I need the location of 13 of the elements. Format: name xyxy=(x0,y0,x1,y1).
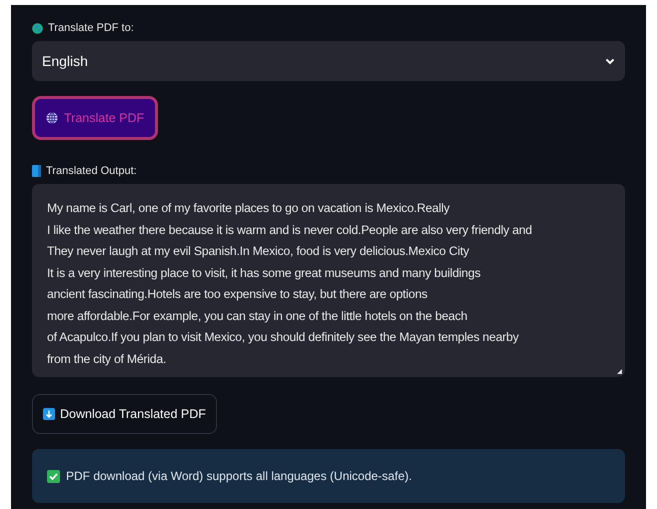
download-button[interactable]: Download Translated PDF xyxy=(32,394,217,434)
globe-icon xyxy=(46,112,58,124)
download-icon xyxy=(43,408,55,420)
resize-handle-icon[interactable] xyxy=(617,369,622,374)
globe-icon xyxy=(32,22,43,34)
field-label: Translated Output: xyxy=(46,165,137,177)
field-label: Translate PDF to: xyxy=(48,22,134,34)
check-icon xyxy=(47,470,60,482)
language-select[interactable]: English xyxy=(32,41,625,81)
output-text-area[interactable]: My name is Carl, one of my favorite places to go on vacation is Mexico.Really I like the weather there because it is warm and is never cold.People are also very friendly and They never laugh at my evil Spanish.In Mexico, food is very delicious.Mexico City It is a very interesting place to visit, it has some great museums and many buildings ancient fascinating.Hotels are too expensive to stay, but there are options more affordable.For example, you can stay in one of the little hotels on the beach of Acapulco.If you plan to visit Mexico, you should definitely see the Mayan temples nearby from the city of Mérida. xyxy=(32,184,625,377)
book-icon xyxy=(32,165,41,177)
chevron-icon xyxy=(605,58,615,64)
message-text: PDF download (via Word) supports all languages (Unicode-safe). xyxy=(66,469,412,483)
